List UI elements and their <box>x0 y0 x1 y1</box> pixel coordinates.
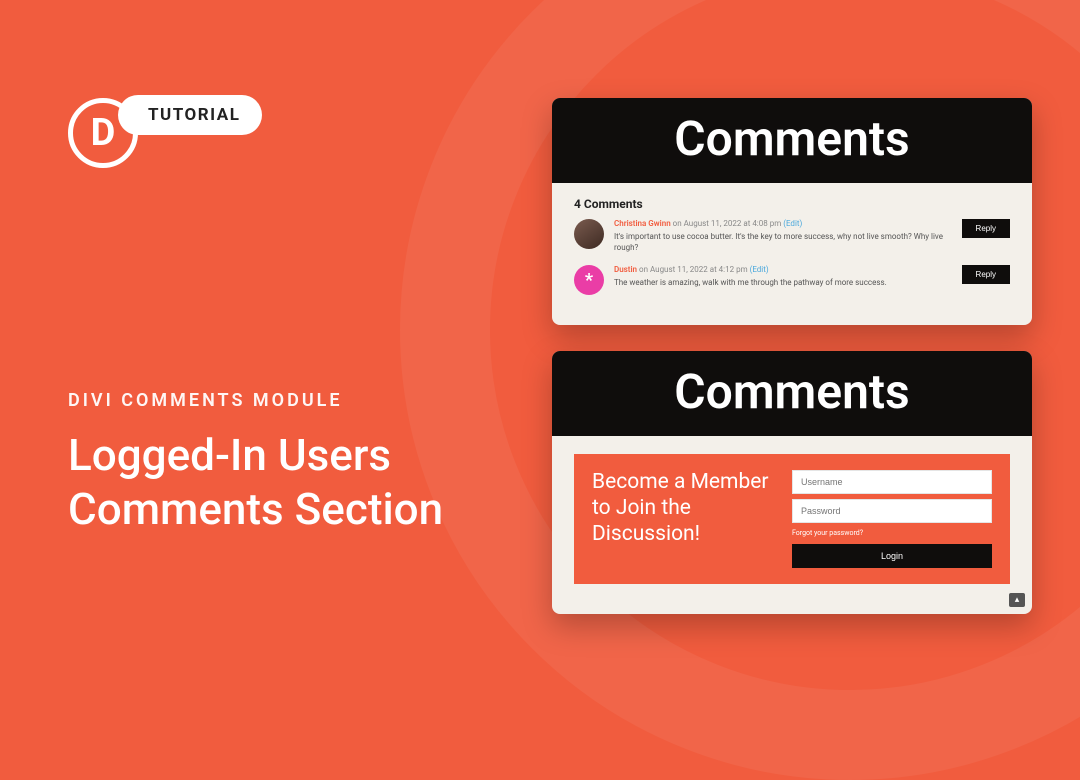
comment-date: on August 11, 2022 at 4:08 pm <box>673 219 782 228</box>
tutorial-badge: TUTORIAL <box>118 95 262 135</box>
comments-title: Comments <box>552 110 1032 167</box>
comment-text: The weather is amazing, walk with me thr… <box>614 277 960 288</box>
comments-header: Comments <box>552 351 1032 436</box>
reply-button[interactable]: Reply <box>962 265 1010 284</box>
comment-edit-link[interactable]: (Edit) <box>750 265 769 274</box>
comments-body: 4 Comments Christina Gwinn on August 11,… <box>552 183 1032 325</box>
kicker-text: DIVI COMMENTS MODULE <box>68 390 488 411</box>
comment-content: Christina Gwinn on August 11, 2022 at 4:… <box>614 219 1010 253</box>
reply-button[interactable]: Reply <box>962 219 1010 238</box>
divi-logo-icon: D <box>68 98 138 168</box>
password-field[interactable] <box>792 499 992 523</box>
preview-card-comments: Comments 4 Comments Christina Gwinn on A… <box>552 98 1032 325</box>
comments-count: 4 Comments <box>574 197 1010 211</box>
headline-text: Logged-In Users Comments Section <box>68 429 488 536</box>
comment-author: Christina Gwinn <box>614 219 671 228</box>
login-body: Become a Member to Join the Discussion! … <box>552 436 1032 614</box>
login-form: Forgot your password? Login <box>792 470 992 568</box>
username-field[interactable] <box>792 470 992 494</box>
comment-content: Dustin on August 11, 2022 at 4:12 pm (Ed… <box>614 265 1010 295</box>
login-box: Become a Member to Join the Discussion! … <box>574 454 1010 584</box>
comments-header: Comments <box>552 98 1032 183</box>
comment-item: Christina Gwinn on August 11, 2022 at 4:… <box>574 219 1010 253</box>
forgot-password-link[interactable]: Forgot your password? <box>792 529 992 537</box>
comment-meta: Christina Gwinn on August 11, 2022 at 4:… <box>614 219 960 228</box>
preview-panel: Comments 4 Comments Christina Gwinn on A… <box>552 98 1032 614</box>
comment-meta: Dustin on August 11, 2022 at 4:12 pm (Ed… <box>614 265 960 274</box>
left-content-panel: D TUTORIAL DIVI COMMENTS MODULE Logged-I… <box>68 98 488 536</box>
scroll-to-top-button[interactable]: ▴ <box>1009 593 1025 607</box>
comment-text: It's important to use cocoa butter. It's… <box>614 231 960 253</box>
comment-author: Dustin <box>614 265 637 274</box>
comment-edit-link[interactable]: (Edit) <box>783 219 802 228</box>
avatar <box>574 219 604 249</box>
logo-row: D TUTORIAL <box>68 98 488 168</box>
comment-item: * Dustin on August 11, 2022 at 4:12 pm (… <box>574 265 1010 295</box>
login-button[interactable]: Login <box>792 544 992 568</box>
avatar: * <box>574 265 604 295</box>
login-cta-text: Become a Member to Join the Discussion! <box>592 470 776 568</box>
preview-card-login: Comments Become a Member to Join the Dis… <box>552 351 1032 614</box>
comment-date: on August 11, 2022 at 4:12 pm <box>639 265 748 274</box>
comments-title: Comments <box>552 363 1032 420</box>
